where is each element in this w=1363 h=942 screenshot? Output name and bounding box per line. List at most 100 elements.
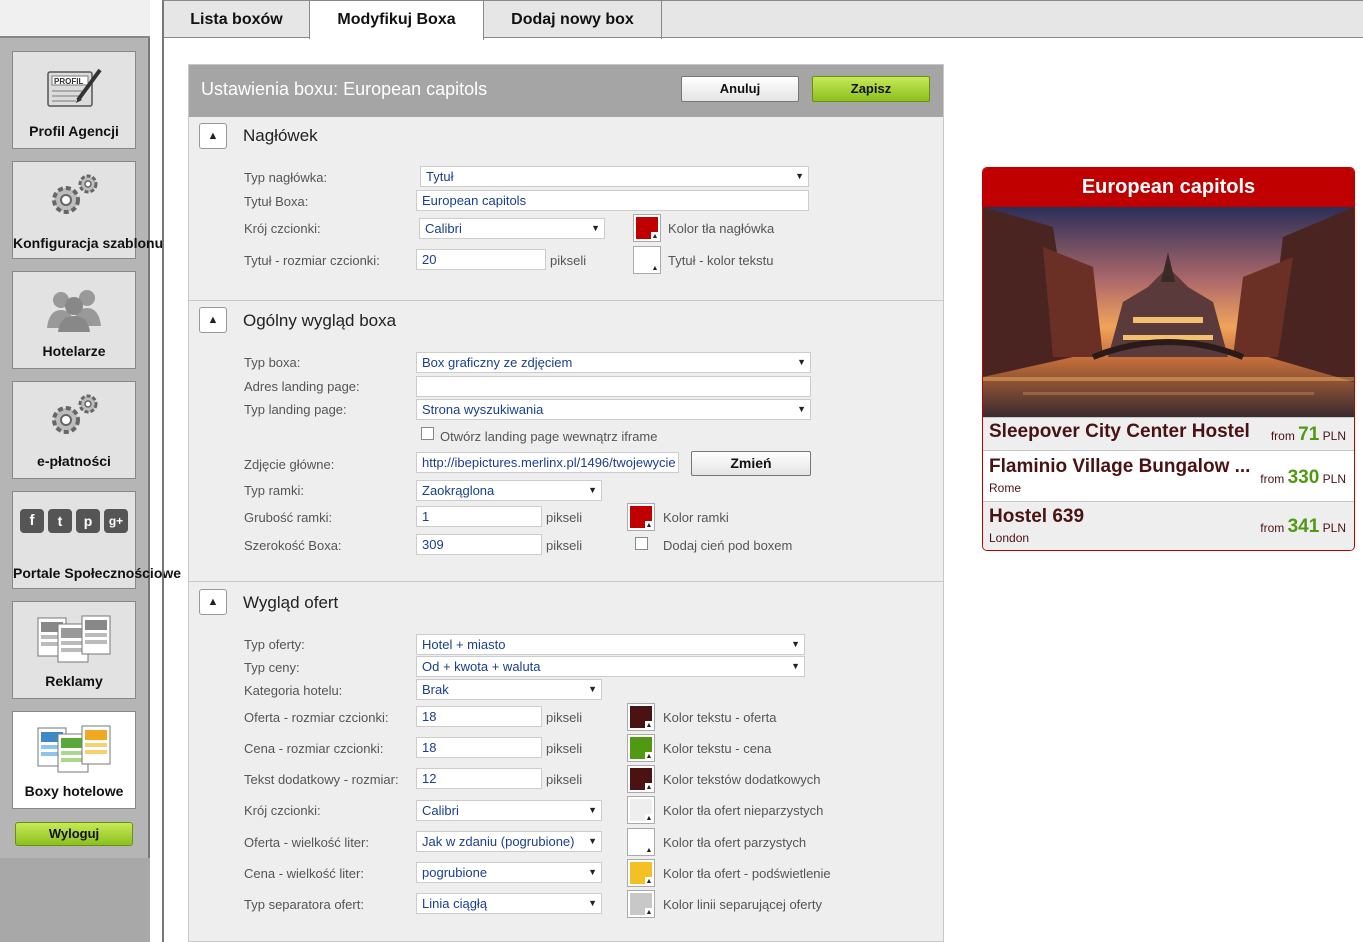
chevron-down-icon: ▼ — [588, 867, 597, 877]
tab-modyfikuj-boxa[interactable]: Modyfikuj Boxa — [310, 1, 484, 40]
preview-offer-item[interactable]: Flaminio Village Bungalow ... Rome from … — [983, 450, 1354, 501]
section-title-look: Ogólny wygląd boxa — [243, 311, 397, 330]
tab-bar: Lista boxów Modyfikuj Boxa Dodaj nowy bo… — [162, 0, 1363, 40]
chevron-down-icon: ▼ — [791, 661, 800, 671]
sidebar-item-hotelarze[interactable]: Hotelarze — [12, 271, 136, 369]
header-font-label: Krój czcionki: — [244, 221, 321, 236]
caret-up-icon: ▲ — [651, 264, 659, 273]
panel-title: Ustawienia boxu: European capitols — [201, 79, 488, 99]
offers-font-select[interactable]: Calibri ▼ — [416, 800, 602, 821]
sidebar-item-e-platnosci[interactable]: e-płatności — [12, 381, 136, 479]
frame-color-label: Kolor ramki — [663, 510, 729, 525]
offers-font-label: Krój czcionki: — [244, 803, 321, 818]
preview-offer-item[interactable]: Sleepover City Center Hostel from 71 PLN — [983, 417, 1354, 450]
price-type-select[interactable]: Od + kwota + waluta ▼ — [416, 656, 805, 677]
price-amount: 330 — [1287, 467, 1320, 488]
landing-address-label: Adres landing page: — [244, 379, 360, 394]
price-amount: 341 — [1287, 516, 1320, 537]
header-font-value: Calibri — [425, 221, 462, 236]
collapse-offers-section-button[interactable]: ▲ — [199, 589, 227, 615]
box-type-select[interactable]: Box graficzny ze zdjęciem ▼ — [416, 352, 811, 373]
landing-address-input[interactable] — [416, 376, 811, 397]
extra-text-color-picker[interactable]: ▲ — [627, 765, 655, 793]
price-text-color-picker[interactable]: ▲ — [627, 734, 655, 762]
logout-button[interactable]: Wyloguj — [15, 822, 133, 846]
caret-up-icon: ▲ — [645, 721, 653, 730]
iframe-checkbox[interactable] — [421, 427, 434, 440]
odd-offers-bg-color-picker[interactable]: ▲ — [627, 796, 655, 824]
caret-up-icon: ▲ — [645, 877, 653, 886]
sidebar-item-konfiguracja-szablonu[interactable]: Konfiguracja szablonu — [12, 161, 163, 259]
offer-type-select[interactable]: Hotel + miasto ▼ — [416, 634, 805, 655]
sidebar-item-profil-agencji[interactable]: PROFIL Profil Agencji — [12, 51, 136, 149]
even-offers-bg-color-picker[interactable]: ▲ — [627, 828, 655, 856]
box-type-value: Box graficzny ze zdjęciem — [422, 355, 573, 370]
cancel-button[interactable]: Anuluj — [681, 76, 799, 102]
main-photo-input[interactable]: http://ibepictures.merlinx.pl/1496/twoje… — [416, 452, 679, 473]
ads-icon — [13, 610, 135, 666]
price-case-value: pogrubione — [422, 865, 488, 880]
chevron-down-icon: ▼ — [591, 223, 600, 233]
header-bg-color-picker[interactable]: ▲ — [633, 214, 661, 242]
section-divider — [189, 581, 943, 582]
extra-text-size-input[interactable]: 12 — [416, 768, 542, 789]
header-font-select[interactable]: Calibri ▼ — [419, 218, 605, 239]
highlight-bg-color-label: Kolor tła ofert - podświetlenie — [663, 866, 831, 881]
shadow-checkbox[interactable] — [635, 537, 648, 550]
caret-up-icon: ▲ — [645, 814, 653, 823]
frame-width-input[interactable]: 1 — [416, 506, 542, 527]
hotel-boxes-icon — [13, 720, 135, 776]
section-divider — [189, 300, 943, 301]
frame-type-label: Typ ramki: — [244, 483, 304, 498]
offer-text-color-picker[interactable]: ▲ — [627, 703, 655, 731]
price-currency: PLN — [1322, 472, 1346, 486]
chevron-down-icon: ▼ — [588, 485, 597, 495]
title-font-size-label: Tytuł - rozmiar czcionki: — [244, 253, 380, 268]
gears-icon — [13, 386, 135, 442]
hotel-category-value: Brak — [422, 682, 449, 697]
collapse-look-section-button[interactable]: ▲ — [199, 307, 227, 333]
hotel-category-label: Kategoria hotelu: — [244, 683, 343, 698]
sidebar-item-portale-spolecznosciowe[interactable]: f t p g+ Portale Społecznościowe — [12, 491, 181, 589]
tab-lista-boxow[interactable]: Lista boxów — [164, 1, 310, 39]
sidebar-item-boxy-hotelowe[interactable]: Boxy hotelowe — [12, 711, 136, 809]
tab-dodaj-nowy-box[interactable]: Dodaj nowy box — [484, 1, 662, 39]
landing-type-select[interactable]: Strona wyszukiwania ▼ — [416, 399, 811, 420]
box-width-input[interactable]: 309 — [416, 534, 542, 555]
change-photo-button[interactable]: Zmień — [691, 451, 811, 476]
box-title-input[interactable]: European capitols — [416, 190, 809, 211]
offer-font-size-label: Oferta - rozmiar czcionki: — [244, 710, 389, 725]
price-font-size-input[interactable]: 18 — [416, 737, 542, 758]
separator-type-select[interactable]: Linia ciągłą ▼ — [416, 893, 602, 914]
sidebar-item-reklamy[interactable]: Reklamy — [12, 601, 136, 699]
caret-up-icon: ▲ — [645, 846, 653, 855]
frame-type-select[interactable]: Zaokrąglona ▼ — [416, 480, 602, 501]
separator-line-color-picker[interactable]: ▲ — [627, 890, 655, 918]
landing-type-label: Typ landing page: — [244, 402, 347, 417]
section-title-header: Nagłówek — [243, 126, 318, 145]
header-type-select[interactable]: Tytuł ▼ — [420, 166, 809, 187]
offer-type-value: Hotel + miasto — [422, 637, 506, 652]
offer-city: London — [989, 531, 1030, 545]
save-button[interactable]: Zapisz — [812, 76, 930, 102]
caret-up-icon: ▲ — [645, 752, 653, 761]
price-case-select[interactable]: pogrubione ▼ — [416, 862, 602, 883]
offer-case-value: Jak w zdaniu (pogrubione) — [422, 834, 575, 849]
box-settings-panel: Ustawienia boxu: European capitols Anulu… — [188, 64, 944, 942]
offer-font-size-input[interactable]: 18 — [416, 706, 542, 727]
highlight-bg-color-picker[interactable]: ▲ — [627, 859, 655, 887]
frame-color-picker[interactable]: ▲ — [627, 503, 655, 531]
offer-case-select[interactable]: Jak w zdaniu (pogrubione) ▼ — [416, 831, 602, 852]
collapse-header-section-button[interactable]: ▲ — [199, 123, 227, 149]
twitter-icon: t — [48, 509, 72, 533]
offer-price: from 71 PLN — [1271, 424, 1346, 446]
price-currency: PLN — [1322, 521, 1346, 535]
preview-offer-item[interactable]: Hostel 639 London from 341 PLN — [983, 501, 1354, 550]
pinterest-icon: p — [76, 509, 100, 533]
title-font-size-input[interactable]: 20 — [416, 249, 546, 270]
odd-offers-bg-color-label: Kolor tła ofert nieparzystych — [663, 803, 824, 818]
box-type-label: Typ boxa: — [244, 355, 301, 370]
hotel-category-select[interactable]: Brak ▼ — [416, 679, 602, 700]
title-text-color-picker[interactable]: ▲ — [633, 246, 661, 274]
price-from-label: from — [1270, 429, 1295, 443]
